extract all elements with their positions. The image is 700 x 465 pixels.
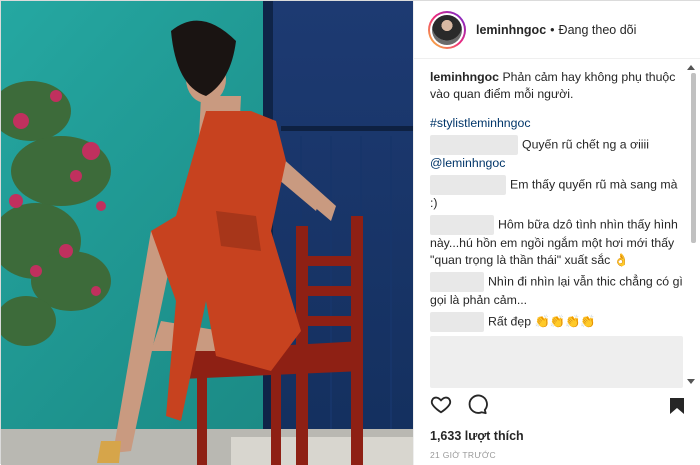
caption: leminhngoc Phản cảm hay không phụ thuộc … (430, 69, 683, 103)
blurred-username (430, 135, 518, 155)
comment-item: Em thấy quyến rũ mà sang mà :) (430, 175, 683, 212)
heart-icon[interactable] (430, 393, 452, 420)
comment-item: Nhìn đi nhìn lại vẫn thic chẳng có gì gọ… (430, 272, 683, 309)
photo-illustration (1, 1, 413, 465)
mention-link[interactable]: @leminhngoc (430, 156, 505, 170)
header-text: leminhngoc • Đang theo dõi (476, 23, 636, 37)
blurred-username (430, 175, 506, 195)
comment-item: Rất đẹp 👏👏👏👏 (430, 312, 683, 332)
blurred-comment (430, 336, 683, 388)
post-header: leminhngoc • Đang theo dõi (414, 1, 700, 59)
header-separator: • (550, 22, 555, 37)
header-username[interactable]: leminhngoc (476, 23, 546, 37)
scroll-down-arrow-icon[interactable] (687, 379, 695, 384)
bookmark-icon[interactable] (669, 397, 685, 420)
blurred-username (430, 272, 484, 292)
avatar[interactable] (428, 10, 466, 49)
action-bar (430, 393, 488, 420)
hashtag-line: #stylistleminhngoc (430, 115, 683, 132)
follow-status[interactable]: Đang theo dõi (559, 23, 637, 37)
blurred-username (430, 312, 484, 332)
scroll-up-arrow-icon[interactable] (687, 65, 695, 70)
likes-count[interactable]: 1,633 lượt thích (430, 429, 524, 443)
comments-list[interactable]: leminhngoc Phản cảm hay không phụ thuộc … (414, 59, 700, 389)
hashtag-link[interactable]: #stylistleminhngoc (430, 116, 530, 130)
comment-item: Hôm bữa dzô tình nhìn thấy hình này...hú… (430, 215, 683, 269)
comment-text: Quyến rũ chết ng a ơiiii (522, 137, 649, 152)
scrollbar-thumb[interactable] (691, 73, 696, 243)
avatar-image (432, 14, 462, 45)
post-sidebar: leminhngoc • Đang theo dõi leminhngoc Phản… (413, 1, 700, 465)
instagram-post: leminhngoc • Đang theo dõi leminhngoc Phản… (0, 0, 700, 465)
comment-item: Quyến rũ chết ng a ơiiii @leminhngoc (430, 135, 683, 172)
blurred-username (430, 215, 494, 235)
comment-text: Rất đẹp 👏👏👏👏 (488, 314, 596, 329)
comment-icon[interactable] (466, 393, 488, 420)
post-timestamp[interactable]: 21 GIỜ TRƯỚC (430, 450, 496, 460)
post-photo (1, 1, 413, 465)
caption-username[interactable]: leminhngoc (430, 70, 499, 84)
